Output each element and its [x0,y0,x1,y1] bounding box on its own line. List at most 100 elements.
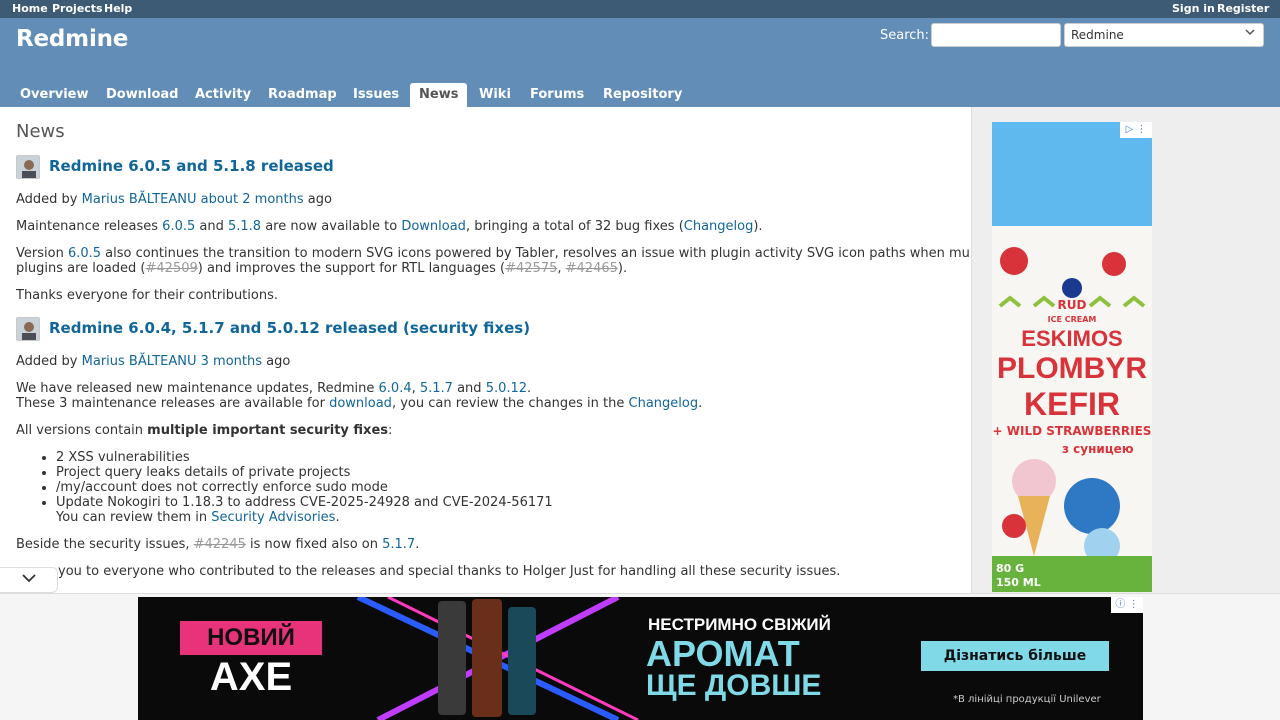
ad-line5: з суницею [1062,442,1134,456]
register-link[interactable]: Register [1217,2,1269,15]
ad-new-label: НОВИЙ [207,624,295,651]
text: : [388,423,393,438]
ad-brand: RUD [1057,298,1087,312]
ad-choices-icon[interactable]: ▷ ⋮ [1120,122,1152,138]
tab-repository[interactable]: Repository [603,83,682,107]
text: . [415,537,420,552]
list-item: Project query leaks details of private p… [56,465,553,480]
top-menu-projects[interactable]: Projects [52,2,103,15]
version-link[interactable]: 5.0.12 [486,381,527,396]
issue-link[interactable]: #42575 [505,261,557,276]
news-paragraph: Beside the security issues, #42245 is no… [16,537,419,552]
main-content: News Redmine 6.0.5 and 5.1.8 released Ad… [0,107,971,593]
ad-cta-button[interactable]: Дізнатись більше [921,641,1109,671]
author-link[interactable]: Marius BĂLTEANU [82,192,197,207]
project-select-value: Redmine [1071,28,1124,42]
news-paragraph: All versions contain multiple important … [16,423,392,438]
text: These 3 maintenance releases are availab… [16,396,330,411]
list-item: Update Nokogiri to 1.18.3 to address CVE… [56,495,553,525]
news-title-link[interactable]: Redmine 6.0.4, 5.1.7 and 5.0.12 released… [49,319,530,337]
author-link[interactable]: Marius BĂLTEANU [82,354,197,369]
text: All versions contain [16,423,148,438]
project-jump-select[interactable]: Redmine [1064,23,1264,47]
author-avatar [16,155,40,179]
issue-link[interactable]: #42509 [146,261,198,276]
sidebar-ad[interactable]: ▷ ⋮ RUD ICE CREAM ESKIMOS PLOMBYR KEFIR … [992,122,1152,592]
bold-text: multiple important security fixes [147,423,388,438]
text: . [335,510,340,525]
text: Beside the security issues, [16,537,194,552]
time-ago-link[interactable]: 3 months [201,354,262,369]
site-title[interactable]: Redmine [16,26,128,52]
text: and [195,219,228,234]
tab-issues[interactable]: Issues [353,83,399,107]
sign-in-link[interactable]: Sign in [1172,2,1215,15]
news-paragraph: Thanks everyone for their contributions. [16,288,278,303]
text: also continues the transition to modern … [101,246,971,261]
text: . [527,381,532,396]
tab-news[interactable]: News [410,83,468,107]
text: , you can review the changes in the [391,396,629,411]
version-link[interactable]: 6.0.4 [379,381,412,396]
top-menu-home[interactable]: Home [12,2,48,15]
bottom-banner-ad[interactable]: НОВИЙ AXE НЕСТРИМНО СВІЖИЙ АРОМАТ ЩЕ ДОВ… [138,597,1143,720]
text: Maintenance releases [16,219,163,234]
author-avatar [16,317,40,341]
news-paragraph: you to everyone who contributed to the r… [58,564,841,579]
tab-overview[interactable]: Overview [20,83,89,107]
issue-link[interactable]: #42465 [566,261,618,276]
text: You can review them in [56,510,212,525]
version-link[interactable]: 6.0.5 [162,219,195,234]
issue-link[interactable]: #42245 [194,537,246,552]
page-title: News [16,121,65,142]
search-input[interactable] [931,23,1061,47]
text: , [557,261,566,276]
ad-weight: 80 G [996,562,1025,575]
tab-forums[interactable]: Forums [530,83,584,107]
chevron-down-icon [21,574,36,583]
download-link[interactable]: Download [401,219,466,234]
version-link[interactable]: 5.1.8 [228,219,261,234]
tab-roadmap[interactable]: Roadmap [268,83,337,107]
text: Version [16,246,68,261]
text: are now available to [261,219,402,234]
ad-brand-axe: AXE [209,655,293,699]
ago-text: ago [307,192,332,207]
tab-download[interactable]: Download [106,83,178,107]
security-fix-list: 2 XSS vulnerabilities Project query leak… [40,450,553,525]
security-advisories-link[interactable]: Security Advisories [211,510,335,525]
tab-activity[interactable]: Activity [195,83,251,107]
top-menu: Home Projects Help Sign in Register [0,0,1280,18]
ad-sub: ICE CREAM [1047,315,1097,324]
collapse-ad-button[interactable] [0,567,58,593]
ago-text: ago [266,354,291,369]
changelog-link[interactable]: Changelog [684,219,754,234]
tab-wiki[interactable]: Wiki [479,83,511,107]
time-ago-link[interactable]: about 2 months [201,192,304,207]
news-paragraph-cont: plugins are loaded (#42509) and improves… [16,261,627,276]
changelog-link[interactable]: Changelog [629,396,699,411]
version-link[interactable]: 5.1.7 [420,381,453,396]
text: ) and improves the support for RTL langu… [197,261,506,276]
news-meta: Added by Marius BĂLTEANU 3 months ago [16,354,290,369]
text: plugins are loaded ( [16,261,146,276]
ad-volume: 150 ML [996,576,1041,589]
download-link[interactable]: download [329,396,392,411]
version-link[interactable]: 5.1.7 [382,537,415,552]
news-title-link[interactable]: Redmine 6.0.5 and 5.1.8 released [49,157,334,175]
header: Redmine Search: Redmine Overview Downloa… [0,18,1280,107]
ad-headline1: НЕСТРИМНО СВІЖИЙ [648,615,831,634]
chevron-down-icon [1245,27,1255,40]
ad-choices-icon[interactable]: ⓘ ⋮ [1111,597,1143,613]
list-item: /my/account does not correctly enforce s… [56,480,553,495]
text: is now fixed also on [245,537,383,552]
ad-line2: PLOMBYR [997,352,1147,385]
text: ). [753,219,763,234]
version-link[interactable]: 6.0.5 [68,246,101,261]
text: and [452,381,486,396]
top-menu-help[interactable]: Help [104,2,132,15]
added-by-text: Added by [16,192,78,207]
text: , [411,381,420,396]
news-paragraph: Maintenance releases 6.0.5 and 5.1.8 are… [16,219,763,234]
news-paragraph: We have released new maintenance updates… [16,381,531,396]
